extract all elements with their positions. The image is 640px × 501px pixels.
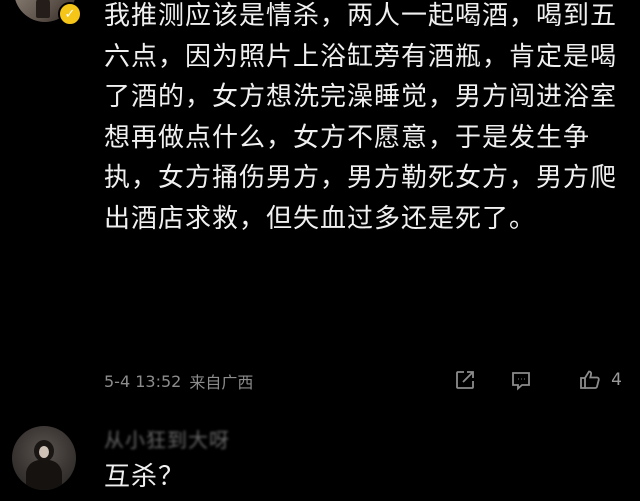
reply-item: 从小狂到大呀 互杀？ — [0, 416, 640, 501]
reply-avatar[interactable] — [12, 426, 76, 490]
comment-meta: 5-4 13:52 来自广西 — [104, 368, 253, 394]
share-icon — [456, 371, 474, 389]
share-button[interactable] — [450, 365, 480, 395]
thumbs-up-icon — [580, 370, 600, 389]
comment-button[interactable] — [506, 365, 536, 395]
avatar-body — [26, 460, 62, 490]
reply-username[interactable]: 从小狂到大呀 — [104, 424, 230, 453]
avatar-face — [39, 446, 49, 458]
verified-badge-icon: ✓ — [58, 2, 82, 26]
like-button[interactable]: 4 — [575, 365, 622, 395]
avatar-figure — [36, 0, 50, 18]
comment-text: 我推测应该是情杀，两人一起喝酒，喝到五六点，因为照片上浴缸旁有酒瓶，肯定是喝了酒… — [104, 1, 618, 234]
reply-text: 互杀？ — [104, 462, 186, 492]
comment-timestamp: 5-4 13:52 — [104, 371, 182, 391]
comment-icon — [512, 372, 530, 391]
like-count: 4 — [611, 370, 622, 390]
comment-location: 来自广西 — [189, 373, 254, 392]
like-icon-wrap — [575, 365, 605, 395]
